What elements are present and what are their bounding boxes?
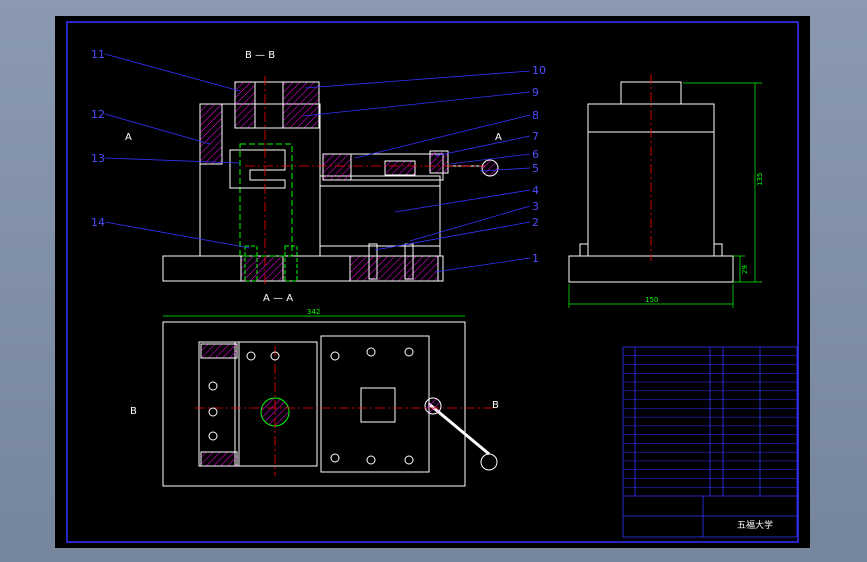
clamp-jaw — [229, 149, 286, 189]
section-label-b-left: B — [130, 406, 137, 417]
cad-viewport[interactable]: 135 29 150 342 B — B A A A — A B B 11 12… — [0, 0, 867, 562]
plan-holes — [208, 347, 414, 465]
balloon-12: 12 — [91, 108, 105, 121]
handle-knob — [481, 159, 499, 177]
plan-width-dim: 342 — [307, 308, 320, 316]
side-base-dim: 29 — [741, 265, 749, 274]
drawing-sheet[interactable]: 135 29 150 342 B — B A A A — A B B 11 12… — [55, 16, 810, 548]
top-cap — [234, 81, 256, 129]
side-height-dim: 135 — [756, 173, 764, 186]
balloon-2: 2 — [532, 216, 539, 229]
front-centerlines — [245, 76, 485, 286]
title-block — [622, 346, 798, 538]
section-label-aa-bottom: A — A — [263, 293, 293, 304]
front-section-view — [162, 81, 499, 282]
balloon-4: 4 — [532, 184, 539, 197]
section-label-a-left: A — [125, 132, 132, 143]
title-block-title: 五福大学 — [737, 519, 773, 531]
balloon-13: 13 — [91, 152, 105, 165]
side-width-dim: 150 — [645, 296, 658, 304]
balloon-10: 10 — [532, 64, 546, 77]
section-label-a-right: A — [495, 132, 502, 143]
drawing-canvas[interactable]: 135 29 150 342 B — B A A A — A B B 11 12… — [55, 16, 810, 548]
balloon-5: 5 — [532, 162, 539, 175]
balloon-8: 8 — [532, 109, 539, 122]
balloon-14: 14 — [91, 216, 105, 229]
section-label-b-right: B — [492, 400, 499, 411]
balloon-11: 11 — [91, 48, 105, 61]
leader-lines — [104, 53, 531, 273]
balloon-6: 6 — [532, 148, 539, 161]
plan-view — [162, 321, 498, 487]
plan-centerlines — [195, 346, 495, 476]
balloon-3: 3 — [532, 200, 539, 213]
balloon-9: 9 — [532, 86, 539, 99]
section-label-bb-top: B — B — [245, 50, 275, 61]
balloon-1: 1 — [532, 252, 539, 265]
balloon-7: 7 — [532, 130, 539, 143]
